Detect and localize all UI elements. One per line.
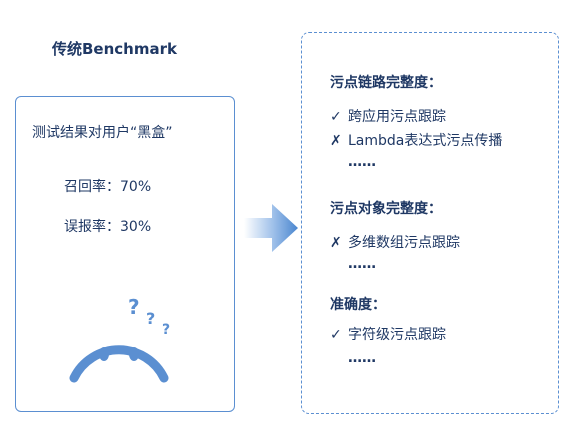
list-item-label: 多维数组污点跟踪 [348, 235, 460, 251]
ellipsis: …… [348, 256, 376, 272]
recall-rate: 召回率：70% [64, 179, 152, 195]
list-item-label: Lambda表达式污点传播 [348, 133, 503, 149]
ellipsis: …… [348, 350, 376, 366]
cross-icon: ✗ [330, 235, 342, 251]
cross-icon: ✗ [330, 133, 342, 149]
section-heading: 准确度： [330, 297, 386, 313]
section-heading: 污点对象完整度： [330, 201, 442, 217]
question-mark-icon: ? [128, 295, 140, 319]
right-arrow-icon [244, 204, 298, 252]
list-item-label: 字符级污点跟踪 [348, 327, 446, 343]
list-item: ✗ Lambda表达式污点传播 [330, 130, 502, 150]
list-item-label: 跨应用污点跟踪 [348, 109, 446, 125]
list-item: ✓ 字符级污点跟踪 [330, 324, 446, 344]
check-icon: ✓ [330, 109, 342, 125]
ellipsis: …… [348, 154, 376, 170]
check-icon: ✓ [330, 327, 342, 343]
black-box-description: 测试结果对用户“黑盒” [32, 125, 173, 141]
left-title: 传统Benchmark [52, 40, 177, 58]
confused-face-icon: ? ? ? [69, 295, 170, 383]
false-positive-rate: 误报率：30% [64, 219, 152, 235]
section-heading: 污点链路完整度： [330, 75, 442, 91]
list-item: ✗ 多维数组污点跟踪 [330, 232, 460, 252]
list-item: ✓ 跨应用污点跟踪 [330, 106, 446, 126]
question-mark-icon: ? [146, 309, 155, 328]
question-mark-icon: ? [162, 322, 170, 338]
